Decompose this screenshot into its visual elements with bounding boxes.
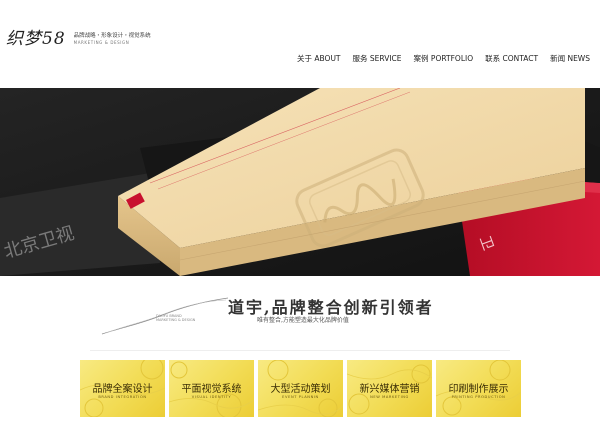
nav-item-about[interactable]: 关于 ABOUT	[297, 53, 341, 64]
logo-tagline-cn: 品牌战略・形象设计・视觉系统	[73, 33, 151, 39]
tile-subtitle: NEW MARKETING	[370, 395, 409, 399]
nav-item-service[interactable]: 服务 SERVICE	[353, 53, 402, 64]
tile-event-planning[interactable]: 大型活动策划 EVENT PLANNIN	[258, 360, 343, 417]
tile-title: 新兴媒体营销	[359, 384, 420, 395]
nav-item-portfolio[interactable]: 案例 PORTFOLIO	[414, 53, 474, 64]
logo-tagline: 品牌战略・形象设计・视觉系统 MARKETING & DESIGN	[74, 33, 151, 46]
logo-tagline-en: MARKETING & DESIGN	[73, 40, 130, 45]
tile-brand-integration[interactable]: 品牌全案设计 BRAND INTEGRATION	[80, 360, 165, 417]
main-nav: 关于 ABOUT 服务 SERVICE 案例 PORTFOLIO 联系 CONT…	[297, 53, 590, 64]
slogan-subtitle: 唯有整合,方能塑造最大化品牌价值	[257, 317, 349, 324]
service-tiles: 品牌全案设计 BRAND INTEGRATION 平面视觉系统 VISUAL I…	[80, 360, 521, 417]
tile-subtitle: EVENT PLANNIN	[282, 395, 319, 399]
tile-title: 平面视觉系统	[181, 384, 242, 395]
slogan-tiny-label: DAOYU BRAND MARKETING & DESIGN	[156, 314, 196, 322]
tile-subtitle: VISUAL IDENTITY	[191, 395, 232, 399]
nav-item-news[interactable]: 新闻 NEWS	[550, 53, 590, 64]
section-divider	[90, 350, 510, 351]
nav-item-contact[interactable]: 联系 CONTACT	[485, 53, 538, 64]
tile-subtitle: BRAND INTEGRATION	[98, 395, 147, 399]
slogan-section: DAOYU BRAND MARKETING & DESIGN 道宇,品牌整合创新…	[0, 276, 600, 354]
hero-illustration: 北京卫视 卫	[0, 88, 600, 276]
tile-title: 大型活动策划	[270, 384, 331, 395]
logo-mark: 织梦58	[6, 29, 66, 49]
tile-title: 印刷制作展示	[448, 384, 509, 395]
tile-title: 品牌全案设计	[92, 384, 153, 395]
tile-subtitle: PRINTING PRODUCTION	[451, 395, 506, 399]
tile-visual-identity[interactable]: 平面视觉系统 VISUAL IDENTITY	[169, 360, 254, 417]
tile-new-marketing[interactable]: 新兴媒体营销 NEW MARKETING	[347, 360, 432, 417]
site-logo[interactable]: 织梦58 品牌战略・形象设计・视觉系统 MARKETING & DESIGN	[6, 30, 151, 48]
tile-printing-production[interactable]: 印刷制作展示 PRINTING PRODUCTION	[436, 360, 521, 417]
hero-banner[interactable]: 北京卫视 卫	[0, 88, 600, 276]
site-header: 织梦58 品牌战略・形象设计・视觉系统 MARKETING & DESIGN 关…	[0, 0, 600, 88]
